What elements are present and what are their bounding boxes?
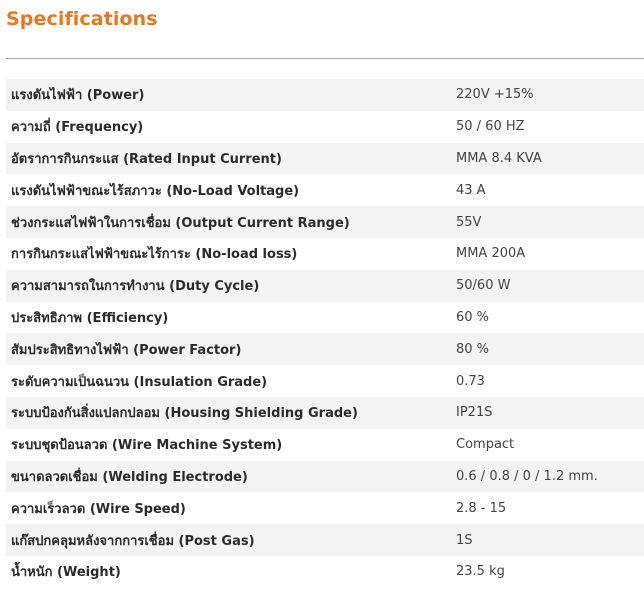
specifications-table: แรงดันไฟฟ้า (Power) 220V +15% ความถี่ (F… bbox=[6, 79, 644, 588]
spec-row-efficiency: ประสิทธิภาพ (Efficiency) 60 % bbox=[6, 301, 644, 334]
spec-label: ระบบชุดป้อนลวด (Wire Machine System) bbox=[11, 438, 283, 454]
spec-value: 50/60 W bbox=[456, 278, 511, 294]
heading-divider bbox=[6, 58, 644, 59]
spec-value: 0.73 bbox=[456, 373, 485, 389]
spec-value: 23.5 kg bbox=[456, 564, 505, 580]
spec-label: สัมประสิทธิทางไฟฟ้า (Power Factor) bbox=[11, 342, 242, 358]
spec-row-power: แรงดันไฟฟ้า (Power) 220V +15% bbox=[6, 79, 644, 111]
spec-row-welding-electrode: ขนาดลวดเชื่อม (Welding Electrode) 0.6 / … bbox=[6, 460, 644, 493]
spec-label: อัตราการกินกระแส (Rated Input Current) bbox=[11, 151, 282, 167]
spec-label: แรงดันไฟฟ้า (Power) bbox=[11, 88, 145, 104]
spec-label: ประสิทธิภาพ (Efficiency) bbox=[11, 310, 169, 326]
spec-label: ระดับความเป็นฉนวน (Insulation Grade) bbox=[11, 374, 268, 390]
spec-value: MMA 200A bbox=[456, 246, 526, 262]
spec-label: ช่วงกระแสไฟฟ้าในการเชื่อม (Output Curren… bbox=[11, 215, 350, 231]
spec-label: ความสามารถในการทำงาน (Duty Cycle) bbox=[11, 279, 260, 295]
spec-value: 80 % bbox=[456, 341, 490, 357]
spec-row-power-factor: สัมประสิทธิทางไฟฟ้า (Power Factor) 80 % bbox=[6, 333, 644, 366]
spec-value: 1S bbox=[456, 532, 473, 548]
spec-row-wire-machine-system: ระบบชุดป้อนลวด (Wire Machine System) Com… bbox=[6, 428, 644, 461]
spec-row-no-load-loss: การกินกระแสไฟฟ้าขณะไร้การะ (No-load loss… bbox=[6, 237, 644, 270]
spec-value: 60 % bbox=[456, 309, 490, 325]
spec-row-no-load-voltage: แรงดันไฟฟ้าขณะไร้สภาวะ (No-Load Voltage)… bbox=[6, 174, 644, 207]
spec-label: แก๊สปกคลุมหลังจากการเชื่อม (Post Gas) bbox=[11, 533, 255, 549]
spec-value: IP21S bbox=[456, 405, 493, 421]
spec-value: MMA 8.4 KVA bbox=[456, 150, 542, 166]
specifications-table-body: แรงดันไฟฟ้า (Power) 220V +15% ความถี่ (F… bbox=[6, 79, 644, 588]
spec-value: 43 A bbox=[456, 182, 486, 198]
spec-row-weight: น้ำหนัก (Weight) 23.5 kg bbox=[6, 555, 644, 588]
spec-value: 50 / 60 HZ bbox=[456, 119, 525, 135]
spec-label: ความเร็วลวด (Wire Speed) bbox=[11, 501, 186, 517]
spec-row-housing-shielding-grade: ระบบป้องกันสิ่งแปลกปลอม (Housing Shieldi… bbox=[6, 396, 644, 429]
spec-label: แรงดันไฟฟ้าขณะไร้สภาวะ (No-Load Voltage) bbox=[11, 183, 300, 199]
spec-label: ระบบป้องกันสิ่งแปลกปลอม (Housing Shieldi… bbox=[11, 406, 358, 422]
spec-label: การกินกระแสไฟฟ้าขณะไร้การะ (No-load loss… bbox=[11, 247, 298, 263]
spec-row-rated-input-current: อัตราการกินกระแส (Rated Input Current) M… bbox=[6, 142, 644, 175]
spec-row-insulation-grade: ระดับความเป็นฉนวน (Insulation Grade) 0.7… bbox=[6, 365, 644, 397]
spec-value: 220V +15% bbox=[456, 87, 534, 103]
spec-row-post-gas: แก๊สปกคลุมหลังจากการเชื่อม (Post Gas) 1S bbox=[6, 524, 644, 556]
spec-value: 2.8 - 15 bbox=[456, 500, 507, 516]
spec-label: ความถี่ (Frequency) bbox=[11, 120, 144, 136]
spec-label: ขนาดลวดเชื่อม (Welding Electrode) bbox=[11, 469, 248, 485]
spec-row-duty-cycle: ความสามารถในการทำงาน (Duty Cycle) 50/60 … bbox=[6, 269, 644, 302]
spec-label: น้ำหนัก (Weight) bbox=[11, 565, 121, 581]
section-heading: Specifications bbox=[6, 8, 158, 30]
spec-row-output-current-range: ช่วงกระแสไฟฟ้าในการเชื่อม (Output Curren… bbox=[6, 206, 644, 238]
spec-value: Compact bbox=[456, 437, 515, 453]
spec-row-wire-speed: ความเร็วลวด (Wire Speed) 2.8 - 15 bbox=[6, 492, 644, 525]
spec-value: 55V bbox=[456, 214, 482, 230]
spec-value: 0.6 / 0.8 / 0 / 1.2 mm. bbox=[456, 468, 598, 484]
spec-row-frequency: ความถี่ (Frequency) 50 / 60 HZ bbox=[6, 110, 644, 143]
